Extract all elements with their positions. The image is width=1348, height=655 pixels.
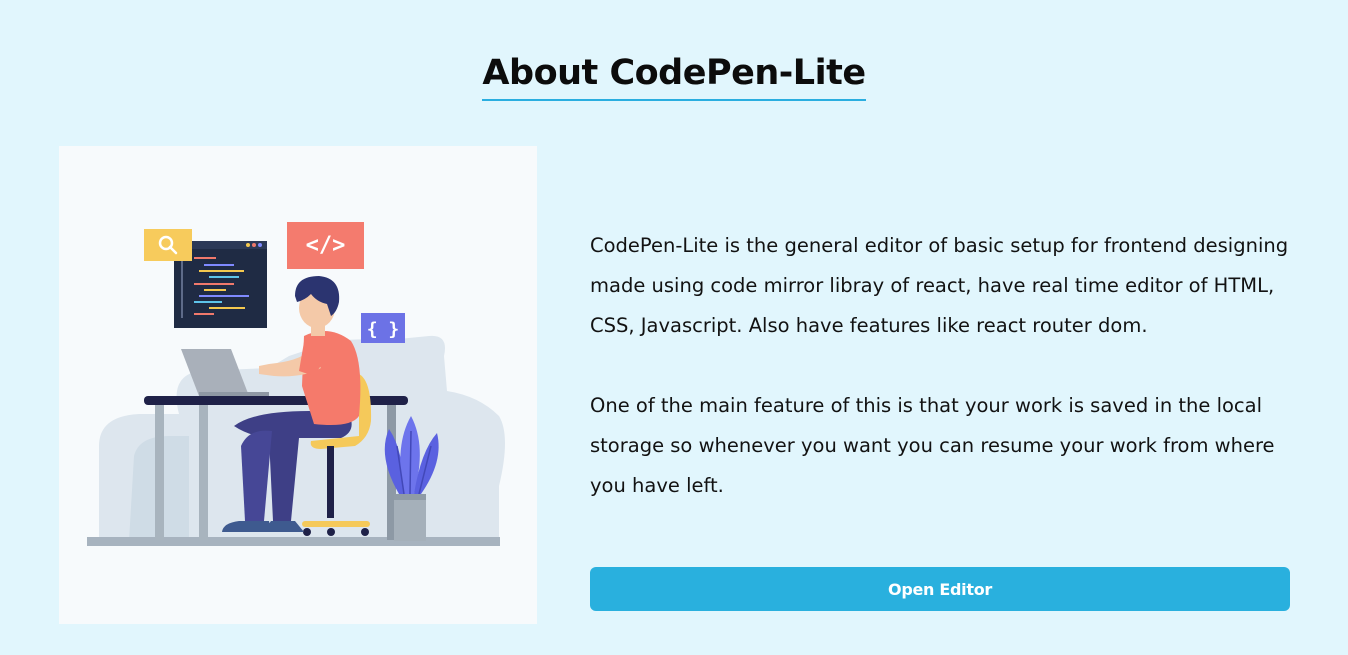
code-tag-glyph: </> — [306, 233, 346, 258]
about-paragraph-2: One of the main feature of this is that … — [590, 394, 1275, 497]
code-tag-icon: </> — [287, 222, 364, 269]
braces-icon: { } — [361, 313, 405, 343]
developer-illustration: </> { } — [87, 222, 505, 546]
about-paragraph-1: CodePen-Lite is the general editor of ba… — [590, 234, 1289, 337]
search-icon — [144, 229, 192, 261]
braces-glyph: { } — [367, 319, 400, 340]
floor-line — [87, 537, 500, 546]
title-wrapper: About CodePen-Lite — [0, 52, 1348, 101]
page-title: About CodePen-Lite — [482, 52, 866, 101]
illustration-card: </> { } — [59, 146, 537, 624]
open-editor-button[interactable]: Open Editor — [590, 567, 1290, 611]
about-content: CodePen-Lite is the general editor of ba… — [590, 226, 1290, 506]
